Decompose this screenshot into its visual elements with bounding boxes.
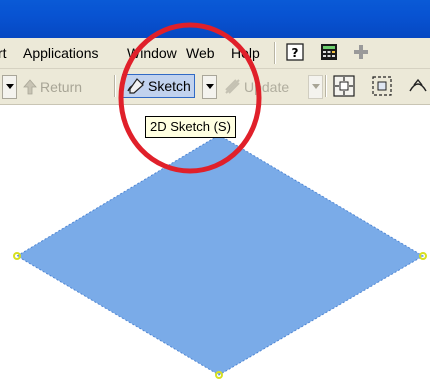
update-label: Update xyxy=(244,79,290,95)
calculator-button[interactable] xyxy=(318,41,340,63)
add-button[interactable] xyxy=(350,41,372,63)
zoom-window-icon xyxy=(372,76,392,96)
menu-help[interactable]: Help xyxy=(231,45,260,61)
orbit-icon xyxy=(409,78,427,92)
toolbar: Return Sketch Update xyxy=(0,69,430,105)
toolbar-separator xyxy=(325,75,326,97)
return-arrow-icon xyxy=(23,79,37,95)
update-button[interactable]: Update xyxy=(224,76,289,98)
chevron-down-icon xyxy=(5,84,14,89)
sketch-dropdown[interactable] xyxy=(202,75,217,99)
add-icon xyxy=(354,45,368,59)
zoom-all-button[interactable] xyxy=(333,75,355,97)
sketch-tooltip: 2D Sketch (S) xyxy=(145,116,236,138)
menu-web[interactable]: Web xyxy=(186,45,215,61)
menu-applications[interactable]: Applications xyxy=(23,45,99,61)
menu-window[interactable]: Window xyxy=(127,45,177,61)
zoom-all-icon xyxy=(333,75,355,97)
svg-text:?: ? xyxy=(292,46,299,60)
orbit-button[interactable] xyxy=(407,75,429,97)
help-icon: ? xyxy=(286,43,304,61)
chevron-down-icon xyxy=(311,84,320,89)
menu-insert[interactable]: rt xyxy=(0,45,7,61)
sketch-pencil-icon xyxy=(127,78,145,94)
graphics-canvas[interactable] xyxy=(0,105,430,381)
toolbar-dropdown[interactable] xyxy=(2,75,17,99)
zoom-window-button[interactable] xyxy=(371,75,393,97)
menu-separator xyxy=(274,42,275,64)
menu-bar: rt Applications Window Web Help ? xyxy=(0,38,430,69)
update-dropdown[interactable] xyxy=(308,75,323,99)
chevron-down-icon xyxy=(205,84,214,89)
help-button[interactable]: ? xyxy=(284,41,306,63)
return-label: Return xyxy=(40,79,83,95)
return-button[interactable]: Return xyxy=(23,76,82,98)
title-bar xyxy=(0,0,430,38)
toolbar-separator xyxy=(114,75,115,97)
sketch-button[interactable]: Sketch xyxy=(122,74,195,98)
update-icon xyxy=(225,79,240,94)
calculator-icon xyxy=(321,44,337,60)
sketch-label: Sketch xyxy=(148,78,191,94)
